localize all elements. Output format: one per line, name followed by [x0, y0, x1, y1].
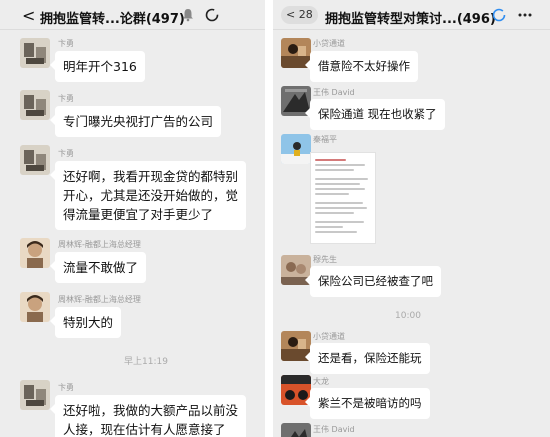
sender-name: 秦福平: [313, 135, 337, 144]
message-text: 保险公司已经被查了吧: [318, 274, 433, 288]
message-bubble[interactable]: 专门曝光央视打广告的公司: [49, 106, 222, 137]
message-bubble[interactable]: 紫兰不是被暗访的吗: [305, 388, 430, 419]
sender-name: 穆先生: [313, 255, 337, 264]
message-text: 得流量更便宜了对手更少了: [63, 207, 214, 222]
back-button[interactable]: < 28: [281, 6, 318, 24]
message-text: 特别大的: [63, 315, 114, 330]
unread-count: 28: [298, 8, 313, 21]
message-text: 借意险不太好操作: [318, 59, 410, 73]
loading-circle-icon[interactable]: [204, 7, 220, 23]
sender-name: 王伟 David: [313, 425, 355, 434]
shared-image-thumbnail[interactable]: [310, 152, 376, 244]
avatar[interactable]: [20, 380, 50, 410]
message-bubble[interactable]: 流量不敢做了: [49, 252, 147, 283]
chat-title: 拥抱监管转型对策讨...(496): [325, 12, 496, 27]
sender-name: 周林辉-融都上海总经理: [58, 240, 141, 249]
sender-name: 王伟 David: [313, 88, 355, 97]
message-bubble[interactable]: 还好啊，我看开现金贷的都特别 开心，尤其是还没开始做的，觉 得流量更便宜了对手更…: [49, 161, 247, 230]
back-arrow-icon: <: [286, 8, 296, 21]
refresh-circle-icon[interactable]: [491, 7, 507, 23]
avatar[interactable]: [20, 38, 50, 68]
avatar[interactable]: [20, 145, 50, 175]
message-bubble[interactable]: 借意险不太好操作: [305, 51, 418, 82]
message-bubble[interactable]: 还好啦，我做的大额产品以前没 人接，现在估计有人愿意接了: [49, 395, 247, 437]
message-text: 开心，尤其是还没开始做的，觉: [63, 188, 239, 203]
message-text: 明年开个316: [63, 59, 137, 74]
right-chat-header: < 28 拥抱监管转型对策讨...(496): [273, 0, 550, 30]
sender-name: 小贷通道: [313, 332, 345, 341]
sender-name: 卞勇: [58, 94, 74, 103]
avatar[interactable]: [20, 238, 50, 268]
back-arrow-icon[interactable]: <: [22, 6, 35, 25]
avatar[interactable]: [20, 292, 50, 322]
message-bubble[interactable]: 保险通道 现在也收紧了: [305, 99, 445, 130]
message-text: 流量不敢做了: [63, 260, 139, 275]
message-bubble[interactable]: 还是看，保险还能玩: [305, 343, 430, 374]
avatar[interactable]: [281, 134, 311, 164]
message-bubble[interactable]: 特别大的: [49, 307, 122, 338]
time-divider: 早上11:19: [124, 357, 168, 367]
chat-title: 拥抱监管转...论群(497): [40, 12, 185, 27]
sender-name: 小贷通道: [313, 39, 345, 48]
message-text: 还是看，保险还能玩: [318, 351, 422, 365]
message-text: 紫兰不是被暗访的吗: [318, 396, 422, 410]
sender-name: 大龙: [313, 377, 329, 386]
left-chat-header: < 拥抱监管转...论群(497): [0, 0, 265, 30]
avatar[interactable]: [20, 90, 50, 120]
message-text: 保险通道 现在也收紧了: [318, 107, 437, 121]
avatar[interactable]: [281, 423, 311, 437]
sender-name: 卞勇: [58, 149, 74, 158]
sender-name: 卞勇: [58, 383, 74, 392]
left-chat-panel: < 拥抱监管转...论群(497) 卞勇 明年开个316 卞勇 专门曝光央视打广…: [0, 0, 265, 437]
mute-bell-icon[interactable]: [180, 7, 196, 23]
sender-name: 卞勇: [58, 39, 74, 48]
message-text: 还好啦，我做的大额产品以前没: [63, 403, 239, 418]
message-bubble[interactable]: 保险公司已经被查了吧: [305, 266, 441, 297]
time-divider: 10:00: [395, 311, 421, 321]
sender-name: 周林辉-融都上海总经理: [58, 295, 141, 304]
right-chat-panel: < 28 拥抱监管转型对策讨...(496) 小贷通道 借意险不太好操作 王伟 …: [273, 0, 550, 437]
more-options-icon[interactable]: [517, 7, 533, 23]
message-text: 还好啊，我看开现金贷的都特别: [63, 169, 239, 184]
message-bubble[interactable]: 明年开个316: [50, 51, 145, 82]
message-text: 人接，现在估计有人愿意接了: [63, 422, 226, 437]
message-text: 专门曝光央视打广告的公司: [63, 114, 214, 129]
